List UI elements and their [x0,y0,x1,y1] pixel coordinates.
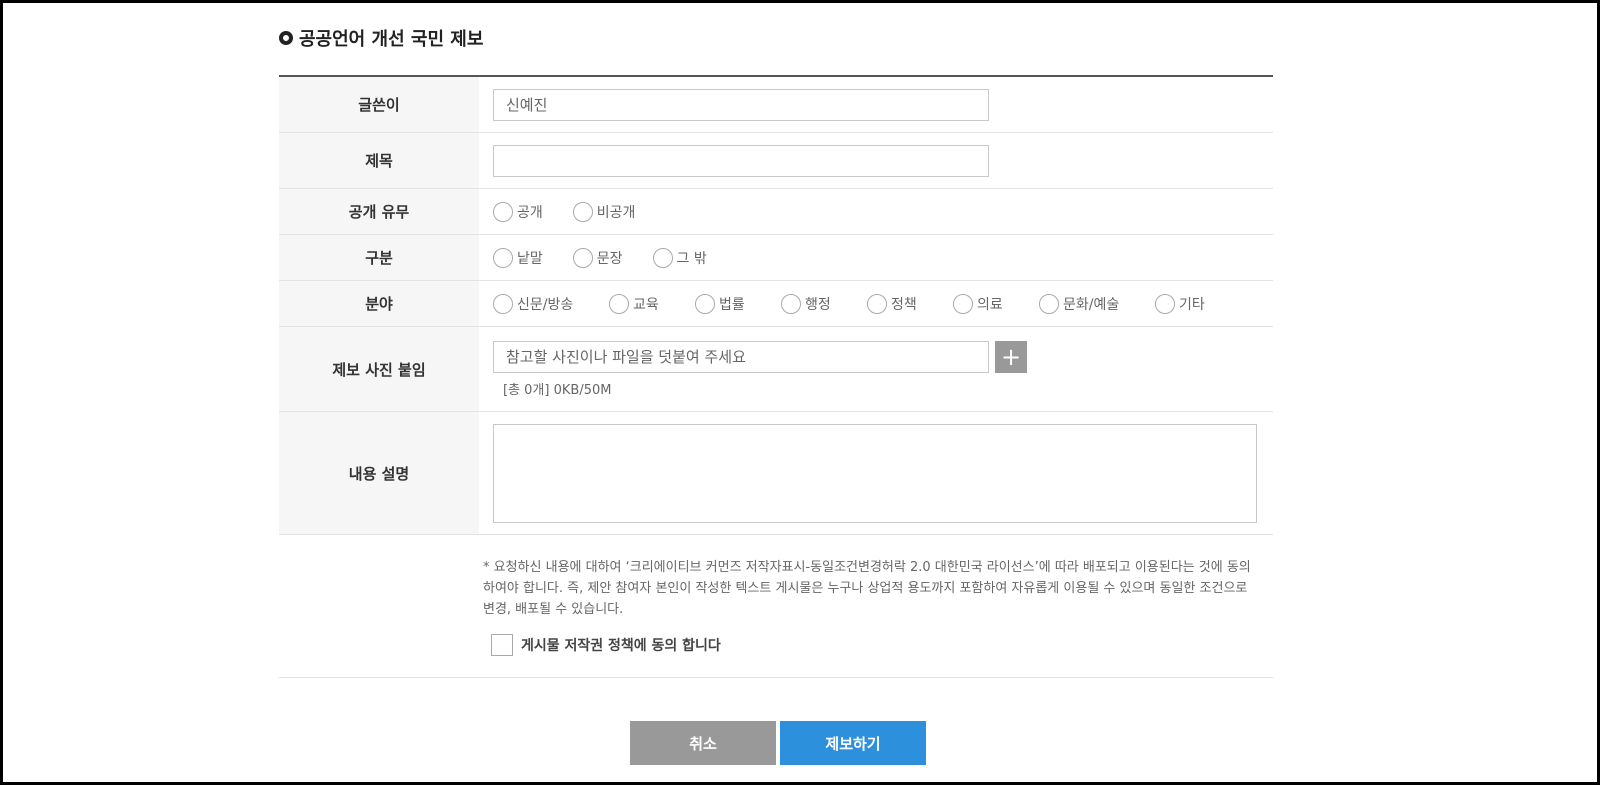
page-title: 공공언어 개선 국민 제보 [279,25,483,51]
visibility-label: 공개 유무 [279,189,479,234]
attachment-label: 제보 사진 붙임 [279,327,479,411]
radio-circle-icon[interactable] [493,293,513,314]
radio-label: 낱말 [517,250,543,267]
radio-circle-icon[interactable] [652,247,673,268]
agreement-label-empty [279,535,477,677]
report-form: 글쓴이 신예진 제목 공개 유무 공개 비공개 구분 낱말 문장 그 밖 분야 … [279,75,1273,678]
radio-circle-icon[interactable] [572,201,593,222]
radio-label: 공개 [517,204,543,221]
license-notice: * 요청하신 내용에 대하여 ‘크리에이티브 커먼즈 저작자표시-동일조건변경허… [483,560,1251,617]
row-visibility: 공개 유무 공개 비공개 [279,189,1273,235]
radio-label: 의료 [977,296,1003,313]
radio-label: 문장 [596,250,623,267]
radio-circle-icon[interactable] [1155,293,1175,314]
plus-icon: + [1000,342,1022,371]
writer-input[interactable]: 신예진 [493,88,989,121]
row-writer: 글쓴이 신예진 [279,77,1273,133]
row-category: 구분 낱말 문장 그 밖 [279,235,1273,281]
page-title-text: 공공언어 개선 국민 제보 [299,29,484,50]
subject-label: 제목 [279,133,479,188]
radio-field-policy[interactable]: 정책 [867,293,953,314]
radio-circle-icon[interactable] [1039,293,1059,314]
radio-circle-icon[interactable] [493,247,513,268]
page-frame: 공공언어 개선 국민 제보 글쓴이 신예진 제목 공개 유무 공개 비공개 구분… [3,3,1597,782]
radio-category-word[interactable]: 낱말 [493,247,543,268]
radio-label: 법률 [719,296,745,313]
radio-circle-icon[interactable] [493,201,513,222]
radio-label: 기타 [1179,296,1205,313]
row-field: 분야 신문/방송 교육 법률 행정 정책 의료 문화/예술 기타 [279,281,1273,327]
bullet-icon [279,31,293,45]
subject-input[interactable] [493,144,989,177]
attachment-size-info: [총 0개] 0KB/50M [503,382,612,398]
content-label: 내용 설명 [279,412,479,534]
agree-checkbox-label: 게시물 저작권 정책에 동의 합니다 [521,638,721,654]
add-file-button[interactable]: + [995,340,1027,373]
radio-label: 비공개 [596,204,636,221]
radio-circle-icon[interactable] [572,247,593,268]
radio-label: 그 밖 [676,250,707,267]
radio-field-medical[interactable]: 의료 [953,293,1039,314]
writer-label: 글쓴이 [279,77,479,132]
agree-checkbox[interactable] [491,634,513,656]
field-label: 분야 [279,281,479,326]
radio-label: 교육 [633,296,659,313]
radio-category-other[interactable]: 그 밖 [652,247,707,268]
row-agreement: * 요청하신 내용에 대하여 ‘크리에이티브 커먼즈 저작자표시-동일조건변경허… [279,535,1273,678]
radio-field-education[interactable]: 교육 [609,293,695,314]
category-label: 구분 [279,235,479,280]
radio-circle-icon[interactable] [609,293,629,314]
radio-circle-icon[interactable] [781,293,801,314]
attachment-input[interactable]: 참고할 사진이나 파일을 덧붙여 주세요 [493,340,989,373]
radio-category-sentence[interactable]: 문장 [572,247,623,268]
form-buttons: 취소 제보하기 [630,721,926,765]
radio-visibility-private[interactable]: 비공개 [572,201,636,222]
radio-field-culture[interactable]: 문화/예술 [1039,293,1155,314]
radio-label: 신문/방송 [517,296,574,313]
content-textarea[interactable] [493,423,1257,523]
radio-label: 정책 [891,296,917,313]
radio-circle-icon[interactable] [953,293,973,314]
row-attachment: 제보 사진 붙임 참고할 사진이나 파일을 덧붙여 주세요 + [총 0개] 0… [279,327,1273,412]
radio-field-law[interactable]: 법률 [695,293,781,314]
agree-checkbox-row[interactable]: 게시물 저작권 정책에 동의 합니다 [491,634,1253,656]
radio-label: 행정 [805,296,831,313]
cancel-button[interactable]: 취소 [630,721,776,765]
radio-circle-icon[interactable] [695,293,715,314]
radio-visibility-public[interactable]: 공개 [493,201,543,222]
radio-label: 문화/예술 [1063,296,1120,313]
radio-circle-icon[interactable] [867,293,887,314]
radio-field-administration[interactable]: 행정 [781,293,867,314]
submit-button[interactable]: 제보하기 [780,721,926,765]
radio-field-etc[interactable]: 기타 [1155,293,1241,314]
row-content: 내용 설명 [279,412,1273,535]
radio-field-media[interactable]: 신문/방송 [493,293,609,314]
row-subject: 제목 [279,133,1273,189]
